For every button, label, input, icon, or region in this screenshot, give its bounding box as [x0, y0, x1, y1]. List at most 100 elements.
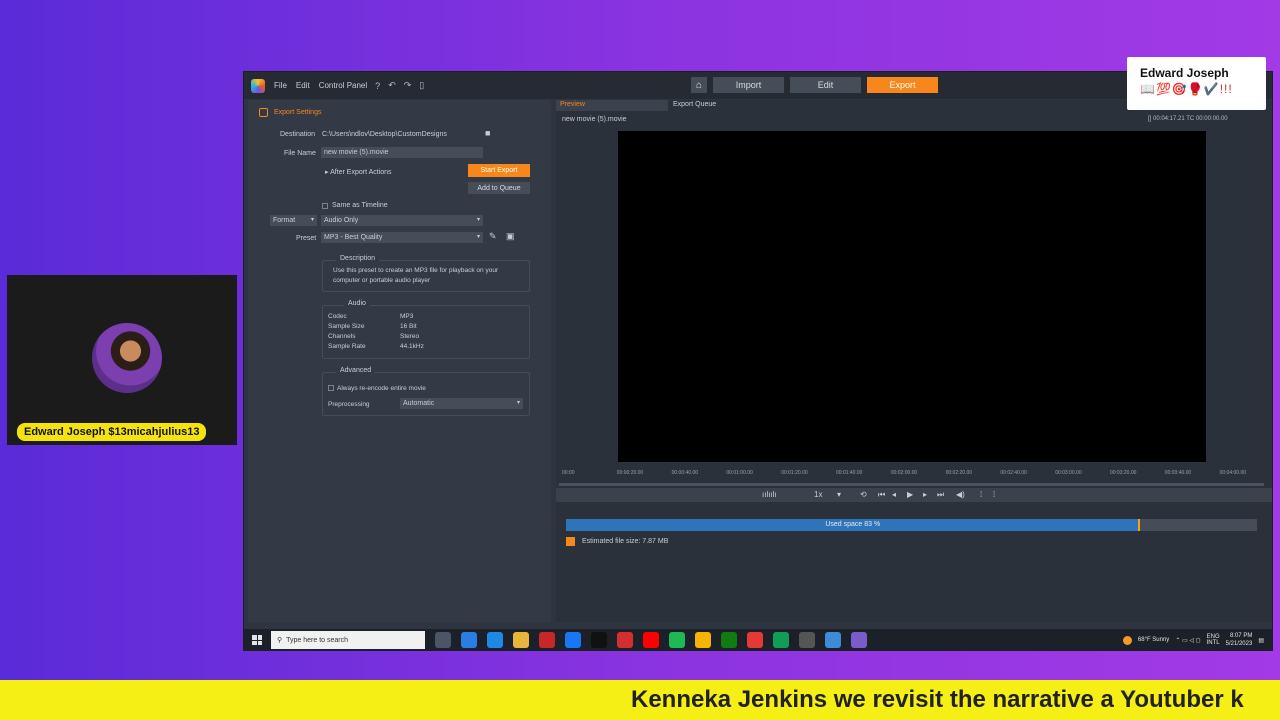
scrubber-bar[interactable]	[559, 483, 1264, 486]
sample-size-value: 16 Bit	[400, 323, 417, 330]
step-forward-icon[interactable]: ▸	[923, 490, 927, 499]
speed-value[interactable]: 1x	[814, 490, 822, 499]
folder-icon[interactable]: ■	[485, 128, 490, 138]
notification-icon[interactable]: ▤	[1258, 637, 1264, 644]
format-select[interactable]: Audio Only ▾	[321, 215, 483, 226]
tray-icons[interactable]: ⌃ ▭ ◁ ◻	[1175, 637, 1200, 644]
skip-end-icon[interactable]: ⏭	[937, 490, 944, 500]
system-tray: 68°F Sunny ⌃ ▭ ◁ ◻ ENG INTL 8:07 PM 5/21…	[1122, 632, 1264, 648]
tab-preview[interactable]: Preview	[560, 101, 585, 108]
clock[interactable]: 8:07 PM 5/21/2023	[1226, 632, 1253, 648]
menu-edit[interactable]: Edit	[296, 81, 310, 90]
taskbar-apps	[435, 632, 867, 648]
language[interactable]: ENG INTL	[1207, 634, 1220, 646]
nav-tabs: ⌂ Import Edit Export	[691, 77, 938, 93]
description-text: Use this preset to create an MP3 file fo…	[333, 267, 499, 284]
codec-key: Codec	[328, 313, 347, 320]
tab-edit[interactable]: Edit	[790, 77, 861, 93]
format-label: Format	[273, 217, 296, 224]
media-player-icon[interactable]	[799, 632, 815, 648]
undo-icon[interactable]: ↶	[388, 80, 396, 91]
chevron-down-icon: ▾	[476, 217, 480, 223]
chrome-icon[interactable]	[695, 632, 711, 648]
pinnacle-icon[interactable]	[851, 632, 867, 648]
chevron-down-icon: ▾	[476, 234, 480, 240]
advanced-title: Advanced	[336, 367, 376, 374]
waveform-icon: ıılıılı	[762, 490, 777, 499]
add-to-queue-button[interactable]: Add to Queue	[468, 182, 530, 194]
video-preview	[618, 131, 1206, 462]
after-export-actions[interactable]: ▸ After Export Actions	[325, 168, 392, 176]
export-settings-title: Export Settings	[274, 109, 322, 116]
format-dropdown[interactable]: Format ▾	[270, 215, 317, 226]
opera-icon[interactable]	[617, 632, 633, 648]
skip-start-icon[interactable]: ⏮	[878, 490, 885, 500]
chrome-green-icon[interactable]	[773, 632, 789, 648]
weather-icon	[1122, 635, 1132, 645]
file-explorer-icon[interactable]	[513, 632, 529, 648]
description-title: Description	[336, 255, 380, 262]
xbox-icon[interactable]	[721, 632, 737, 648]
ruler-tick-label: 00:01:40.00	[836, 470, 863, 476]
ruler-tick-label: 00:02:20.00	[945, 470, 973, 476]
tiktok-icon[interactable]	[591, 632, 607, 648]
timecode: [] 00:04:17.21 TC 00:00:00.00	[1148, 116, 1228, 122]
play-icon[interactable]: ▶	[907, 490, 913, 499]
destination-field[interactable]: C:\Users\ndlov\Desktop\CustomDesigns	[322, 131, 447, 138]
menu-control-panel[interactable]: Control Panel	[319, 81, 367, 90]
movie-name: new movie (5).movie	[562, 116, 627, 123]
preset-label: Preset	[296, 235, 317, 242]
app-icon[interactable]	[539, 632, 555, 648]
ruler-tick-label: 00:02:00.00	[890, 470, 918, 476]
photos-icon[interactable]	[825, 632, 841, 648]
task-view-icon[interactable]	[435, 632, 451, 648]
mail-icon[interactable]	[487, 632, 503, 648]
ruler-tick-label: 00:00:20.00	[616, 470, 644, 476]
ruler-tick-label: 00:03:20.00	[1110, 470, 1137, 476]
ruler-tick-label: 00:01:00.00	[726, 470, 753, 476]
ruler-tick-label: 00:02:40.00	[1000, 470, 1027, 476]
same-as-timeline-checkbox[interactable]	[322, 203, 328, 209]
volume-icon[interactable]: ◀)	[956, 490, 965, 499]
timeline-ruler[interactable]: 00:00 00:00:20.00 00:00:40.00 00:01:00.00 00…	[556, 466, 1272, 482]
preprocessing-select[interactable]: Automatic ▾	[400, 398, 523, 409]
save-preset-icon[interactable]: ▣	[506, 231, 515, 242]
filename-input[interactable]: new movie (5).movie	[321, 147, 483, 158]
facebook-icon[interactable]	[565, 632, 581, 648]
preset-select[interactable]: MP3 - Best Quality ▾	[321, 232, 483, 243]
card-emoji: 📖💯🎯🥊✔️!!!	[1140, 82, 1233, 96]
redo-icon[interactable]: ↷	[404, 80, 412, 91]
export-icon	[259, 108, 268, 117]
menu-file[interactable]: File	[274, 81, 287, 90]
mark-in-icon[interactable]: ⁞	[980, 490, 982, 499]
page-icon[interactable]: ▯	[419, 80, 424, 91]
youtube-icon[interactable]	[643, 632, 659, 648]
spotify-icon[interactable]	[669, 632, 685, 648]
loop-icon[interactable]: ⟲	[860, 490, 867, 499]
tab-import[interactable]: Import	[713, 77, 784, 93]
help-icon[interactable]: ?	[375, 81, 380, 91]
filename-label: File Name	[284, 150, 316, 157]
ruler-tick-label: 00:01:20.00	[781, 470, 808, 476]
start-icon[interactable]	[252, 635, 262, 645]
taskbar-search[interactable]: ⚲ Type here to search	[271, 631, 425, 649]
same-as-timeline-label: Same as Timeline	[332, 202, 388, 209]
edge-icon[interactable]	[461, 632, 477, 648]
audio-box	[322, 305, 530, 359]
card-name: Edward Joseph	[1140, 66, 1229, 80]
titlebar: File Edit Control Panel ? ↶ ↷ ▯ ⌂ Import…	[244, 72, 1272, 99]
tab-export-queue[interactable]: Export Queue	[673, 101, 716, 108]
edit-preset-icon[interactable]: ✎	[489, 231, 497, 242]
codec-value: MP3	[400, 313, 414, 320]
step-back-icon[interactable]: ◂	[892, 490, 896, 499]
chevron-down-icon: ▾	[516, 400, 520, 406]
start-export-button[interactable]: Start Export	[468, 164, 530, 177]
app-red-icon[interactable]	[747, 632, 763, 648]
reencode-checkbox[interactable]	[328, 385, 334, 391]
menu-bar: File Edit Control Panel	[274, 81, 367, 90]
mark-out-icon[interactable]: ⁞	[993, 490, 995, 499]
weather-text[interactable]: 68°F Sunny	[1138, 637, 1169, 643]
search-icon: ⚲	[277, 637, 283, 644]
home-button[interactable]: ⌂	[691, 77, 707, 93]
tab-export[interactable]: Export	[867, 77, 938, 93]
